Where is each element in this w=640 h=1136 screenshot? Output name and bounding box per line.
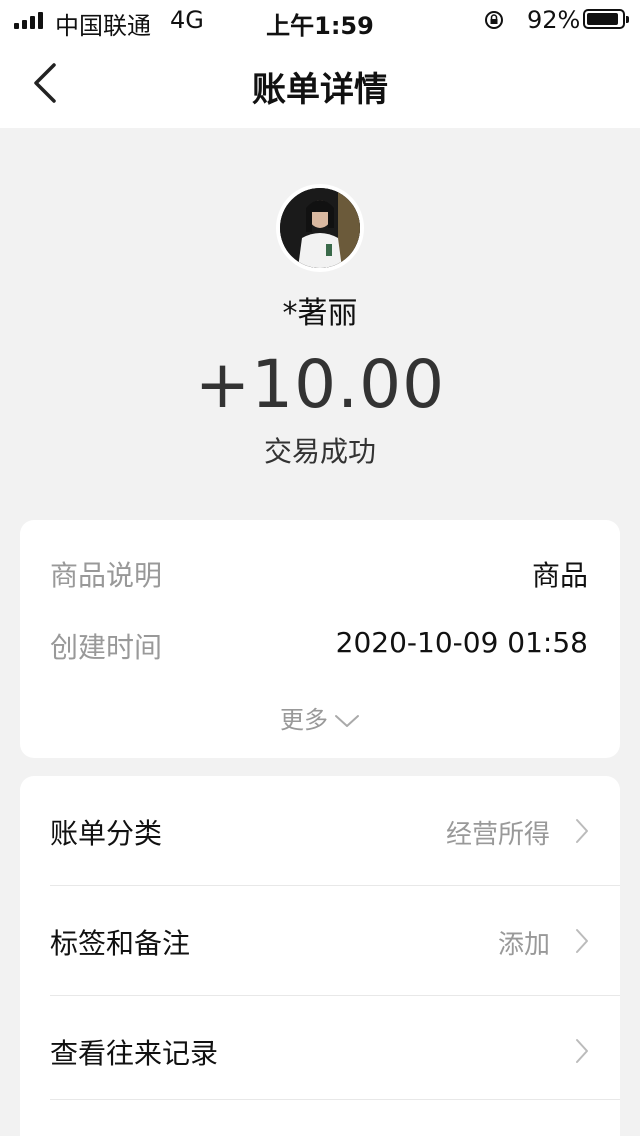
avatar[interactable]	[276, 184, 364, 272]
detail-value: 2020-10-09 01:58	[335, 626, 588, 659]
action-label: 标签和备注	[50, 927, 191, 960]
action-label: 查看往来记录	[50, 1037, 219, 1070]
payer-name: *著丽	[282, 296, 358, 331]
transaction-amount: +10.00	[194, 346, 446, 423]
page-title: 账单详情	[252, 70, 388, 110]
navigation-bar: 账单详情	[0, 40, 640, 128]
status-bar: 中国联通 4G 上午1:59 92%	[0, 0, 640, 40]
more-label: 更多	[280, 706, 328, 734]
more-button[interactable]: 更多	[20, 700, 620, 735]
transaction-details-card: 商品说明 商品 创建时间 2020-10-09 01:58 更多	[20, 520, 620, 758]
chevron-right-icon	[576, 929, 588, 953]
battery-icon	[583, 9, 629, 29]
divider	[50, 1099, 620, 1100]
rotation-lock-icon	[485, 11, 503, 29]
chevron-right-icon	[576, 819, 588, 843]
chevron-right-icon	[576, 1039, 588, 1063]
action-row-bill-category[interactable]: 账单分类 经营所得	[50, 776, 620, 886]
action-value: 经营所得	[445, 820, 550, 850]
action-label: 账单分类	[50, 817, 163, 850]
action-row-tags-notes[interactable]: 标签和备注 添加	[50, 886, 620, 996]
avatar-photo	[280, 188, 360, 268]
detail-label: 创建时间	[50, 631, 163, 664]
battery-percent: 92%	[527, 6, 581, 34]
detail-row-created-time: 创建时间 2020-10-09 01:58	[50, 626, 588, 666]
action-value: 添加	[497, 930, 550, 960]
action-row-view-history[interactable]: 查看往来记录	[50, 996, 620, 1100]
detail-label: 商品说明	[50, 559, 163, 592]
actions-card: 账单分类 经营所得 标签和备注 添加 查看往来记录	[20, 776, 620, 1136]
detail-row-product: 商品说明 商品	[50, 554, 588, 594]
transaction-status: 交易成功	[263, 435, 376, 468]
chevron-down-icon	[335, 715, 359, 727]
detail-value: 商品	[531, 559, 588, 592]
